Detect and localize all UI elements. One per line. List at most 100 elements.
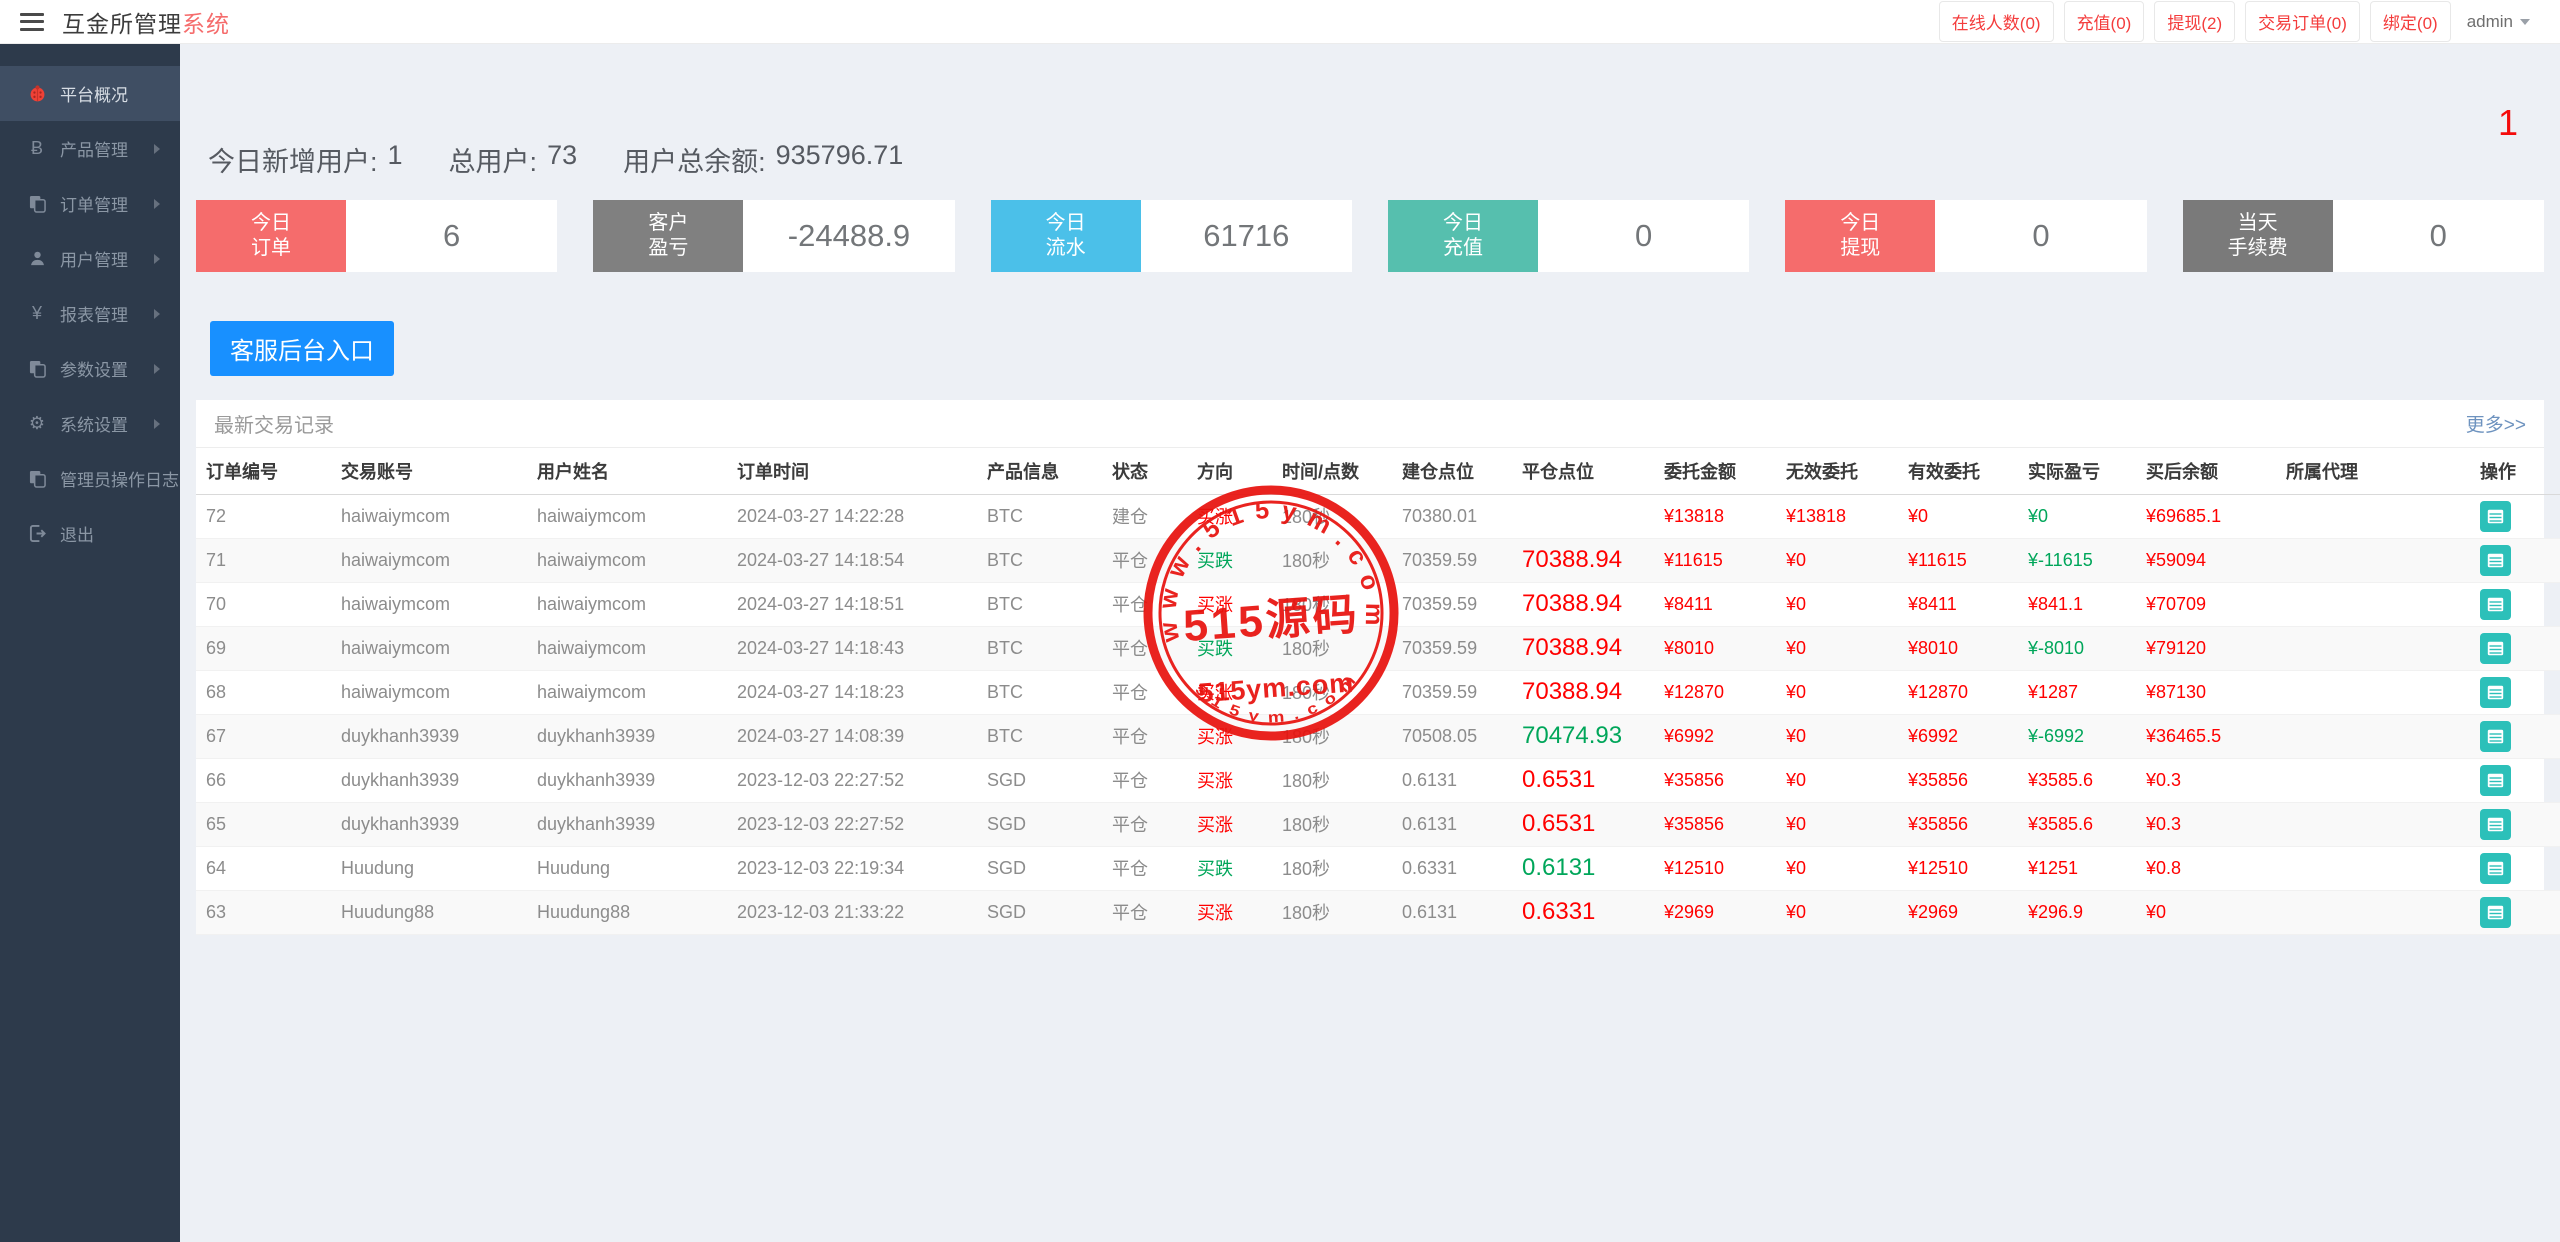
sidebar-item-user-management[interactable]: 用户管理: [0, 231, 180, 286]
column-header: 方向: [1187, 448, 1272, 494]
admin-dropdown[interactable]: admin: [2461, 5, 2536, 39]
order-detail-button[interactable]: [2480, 589, 2511, 620]
cell-balance-after: ¥0.8: [2136, 846, 2276, 890]
column-header: 操作: [2470, 448, 2560, 494]
cell-agent: [2276, 714, 2470, 758]
table-row: 64 Huudung Huudung 2023-12-03 22:19:34 S…: [196, 846, 2560, 890]
header-link-binding[interactable]: 绑定(0): [2370, 1, 2451, 42]
cell-close-price: 70474.93: [1512, 714, 1654, 758]
cell-duration: 180秒: [1272, 626, 1392, 670]
cell-open-price: 70359.59: [1392, 582, 1512, 626]
header-link-trade-orders[interactable]: 交易订单(0): [2245, 1, 2360, 42]
cell-account: haiwaiymcom: [331, 582, 527, 626]
sidebar-item-label: 退出: [60, 521, 94, 546]
order-detail-button[interactable]: [2480, 853, 2511, 884]
cell-valid-amount: ¥8010: [1898, 626, 2018, 670]
balance-value: ¥69685.1: [2146, 506, 2221, 526]
sidebar-item-platform-overview[interactable]: 平台概况: [0, 66, 180, 121]
cell-open-price: 70508.05: [1392, 714, 1512, 758]
cell-valid-amount: ¥2969: [1898, 890, 2018, 934]
table-list-icon: [2487, 729, 2504, 744]
order-detail-button[interactable]: [2480, 677, 2511, 708]
cell-order-id: 68: [196, 670, 331, 714]
order-detail-button[interactable]: [2480, 809, 2511, 840]
cell-actions: [2470, 538, 2560, 582]
valid-amount-value: ¥6992: [1908, 726, 1958, 746]
cell-actual-pnl: ¥0: [2018, 494, 2136, 538]
cell-order-id: 63: [196, 890, 331, 934]
more-link[interactable]: 更多>>: [2466, 410, 2526, 437]
cell-account: haiwaiymcom: [331, 494, 527, 538]
sidebar-item-admin-operation-log[interactable]: 管理员操作日志: [0, 451, 180, 506]
cell-actual-pnl: ¥1287: [2018, 670, 2136, 714]
header-link-online-users[interactable]: 在线人数(0): [1939, 1, 2054, 42]
sidebar-item-logout[interactable]: 退出: [0, 506, 180, 561]
invalid-amount-value: ¥0: [1786, 770, 1806, 790]
header-link-recharge[interactable]: 充值(0): [2064, 1, 2145, 42]
sidebar-item-product-management[interactable]: Ƀ 产品管理: [0, 121, 180, 176]
order-detail-button[interactable]: [2480, 545, 2511, 576]
cell-invalid-amount: ¥0: [1776, 846, 1898, 890]
app-title-main: 互金所管理: [62, 11, 182, 37]
cell-duration: 180秒: [1272, 494, 1392, 538]
sidebar-item-system-settings[interactable]: ⚙ 系统设置: [0, 396, 180, 451]
direction-value: 买涨: [1197, 727, 1233, 747]
cell-agent: [2276, 494, 2470, 538]
cell-account: haiwaiymcom: [331, 626, 527, 670]
table-list-icon: [2487, 905, 2504, 920]
valid-amount-value: ¥0: [1908, 506, 1928, 526]
close-price-value: 0.6531: [1522, 810, 1595, 837]
pnl-value: ¥-11615: [2028, 550, 2093, 570]
close-price-value: 70388.94: [1522, 634, 1622, 661]
order-detail-button[interactable]: [2480, 501, 2511, 532]
cell-product: BTC: [977, 494, 1102, 538]
cell-agent: [2276, 802, 2470, 846]
latest-trades-panel: 最新交易记录 更多>> 订单编号交易账号用户姓名订单时间产品信息状态方向时间/点…: [196, 400, 2544, 935]
sidebar-item-report-management[interactable]: ¥ 报表管理: [0, 286, 180, 341]
card-label-line1: 今日: [251, 211, 291, 236]
order-detail-button[interactable]: [2480, 897, 2511, 928]
card-label: 今日 提现: [1785, 200, 1935, 272]
order-detail-button[interactable]: [2480, 633, 2511, 664]
order-detail-button[interactable]: [2480, 765, 2511, 796]
invalid-amount-value: ¥0: [1786, 682, 1806, 702]
stat-value: 1: [388, 140, 403, 179]
pnl-value: ¥3585.6: [2028, 814, 2093, 834]
card-label-line1: 当天: [2238, 211, 2278, 236]
sidebar-toggle-icon[interactable]: [20, 13, 44, 31]
table-list-icon: [2487, 597, 2504, 612]
cell-duration: 180秒: [1272, 714, 1392, 758]
files-icon: [24, 360, 50, 378]
cell-balance-after: ¥59094: [2136, 538, 2276, 582]
card-label-line1: 今日: [1443, 211, 1483, 236]
cell-product: BTC: [977, 626, 1102, 670]
order-detail-button[interactable]: [2480, 721, 2511, 752]
valid-amount-value: ¥11615: [1908, 550, 1967, 570]
column-header: 建仓点位: [1392, 448, 1512, 494]
sidebar-item-order-management[interactable]: 订单管理: [0, 176, 180, 231]
cell-order-time: 2023-12-03 22:27:52: [727, 758, 977, 802]
chevron-right-icon: [154, 199, 160, 209]
pnl-value: ¥-8010: [2028, 638, 2084, 658]
header-link-withdraw[interactable]: 提现(2): [2154, 1, 2235, 42]
card-value: 0: [1935, 200, 2146, 272]
cell-actions: [2470, 758, 2560, 802]
table-row: 67 duykhanh3939 duykhanh3939 2024-03-27 …: [196, 714, 2560, 758]
cell-actions: [2470, 494, 2560, 538]
pnl-value: ¥3585.6: [2028, 770, 2093, 790]
customer-service-backend-button[interactable]: 客服后台入口: [210, 321, 394, 376]
card-today-orders: 今日 订单 6: [196, 200, 557, 272]
order-amount-value: ¥11615: [1664, 550, 1723, 570]
valid-amount-value: ¥8411: [1908, 594, 1957, 614]
cell-status: 平仓: [1102, 538, 1187, 582]
order-amount-value: ¥2969: [1664, 902, 1714, 922]
column-header: 时间/点数: [1272, 448, 1392, 494]
cell-actions: [2470, 846, 2560, 890]
card-value: 0: [2333, 200, 2544, 272]
close-price-value: 0.6131: [1522, 854, 1595, 881]
cell-direction: 买跌: [1187, 846, 1272, 890]
cell-invalid-amount: ¥0: [1776, 538, 1898, 582]
cell-status: 平仓: [1102, 758, 1187, 802]
sidebar-item-parameter-settings[interactable]: 参数设置: [0, 341, 180, 396]
balance-value: ¥0.8: [2146, 858, 2181, 878]
